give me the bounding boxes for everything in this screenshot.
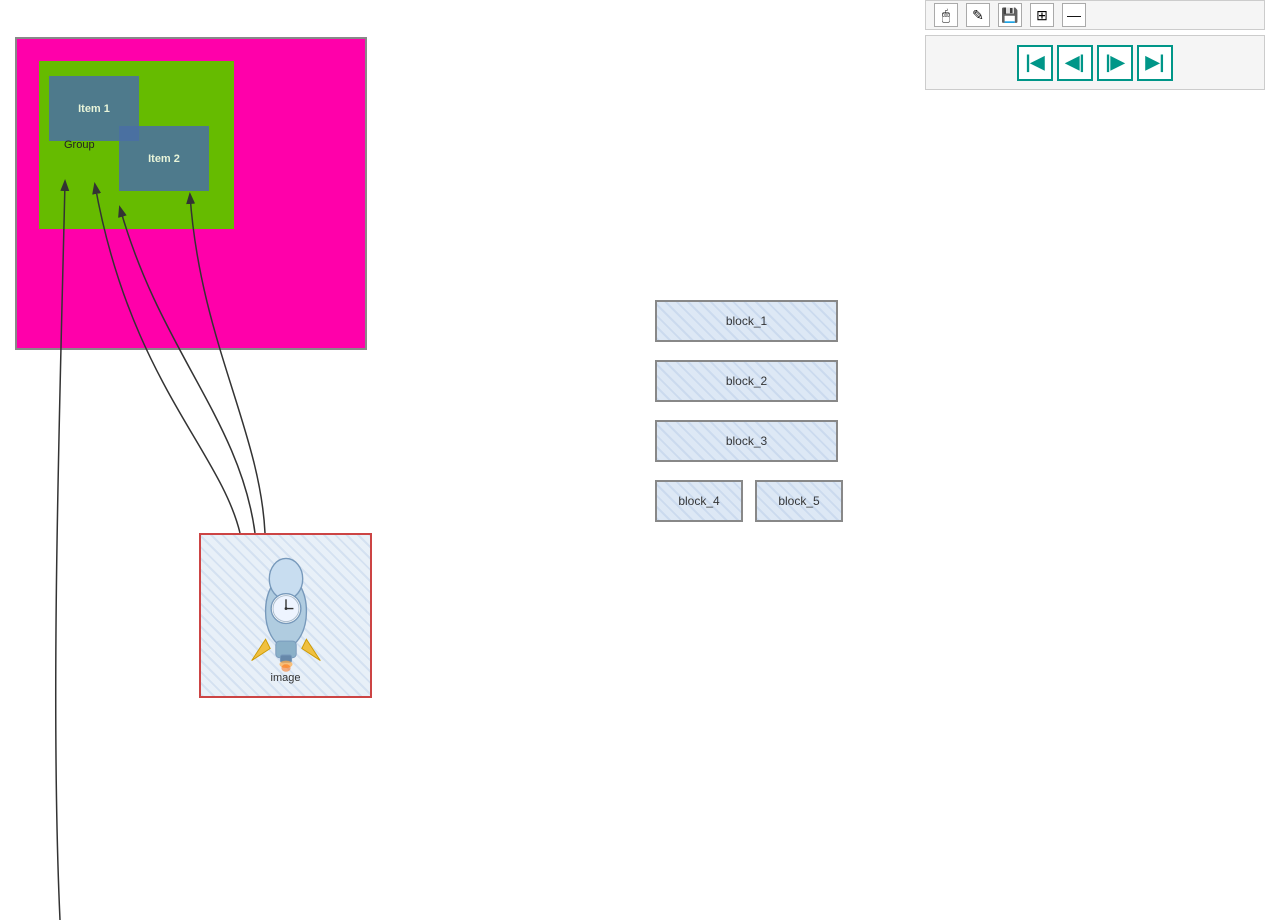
block-row-3: block_3 <box>655 420 843 462</box>
block-row-1: block_1 <box>655 300 843 342</box>
toolbar: 🖱 ✎ 💾 ⊞ — <box>925 0 1265 30</box>
item1-label: Item 1 <box>78 103 110 115</box>
block-row-2: block_2 <box>655 360 843 402</box>
item2-label: Item 2 <box>148 153 180 165</box>
nav-next-button[interactable]: |▶ <box>1097 45 1133 81</box>
block-1[interactable]: block_1 <box>655 300 838 342</box>
minus-button[interactable]: — <box>1062 3 1086 27</box>
block-3-label: block_3 <box>726 434 767 448</box>
block-5-label: block_5 <box>778 494 819 508</box>
group-label: Group <box>64 139 95 151</box>
nav-last-button[interactable]: ▶| <box>1137 45 1173 81</box>
cursor-button[interactable]: 🖱 <box>934 3 958 27</box>
nav-first-button[interactable]: |◀ <box>1017 45 1053 81</box>
green-group-box: Item 1 Item 2 Group <box>39 61 234 229</box>
edit-button[interactable]: ✎ <box>966 3 990 27</box>
block-5[interactable]: block_5 <box>755 480 843 522</box>
nav-prev-button[interactable]: ◀| <box>1057 45 1093 81</box>
save-button[interactable]: 💾 <box>998 3 1022 27</box>
item2-box[interactable]: Item 2 <box>119 126 209 191</box>
image-label: image <box>271 672 301 684</box>
image-box[interactable]: image <box>199 533 372 698</box>
block-3[interactable]: block_3 <box>655 420 838 462</box>
pink-container: Item 1 Item 2 Group <box>15 37 367 350</box>
block-4[interactable]: block_4 <box>655 480 743 522</box>
block-2-label: block_2 <box>726 374 767 388</box>
rocket-icon <box>231 551 341 681</box>
grid-button[interactable]: ⊞ <box>1030 3 1054 27</box>
block-1-label: block_1 <box>726 314 767 328</box>
block-4-label: block_4 <box>678 494 719 508</box>
block-2[interactable]: block_2 <box>655 360 838 402</box>
navigation-box: |◀ ◀| |▶ ▶| <box>925 35 1265 90</box>
block-row-4: block_4 block_5 <box>655 480 843 522</box>
blocks-area: block_1 block_2 block_3 block_4 block_5 <box>655 300 843 522</box>
